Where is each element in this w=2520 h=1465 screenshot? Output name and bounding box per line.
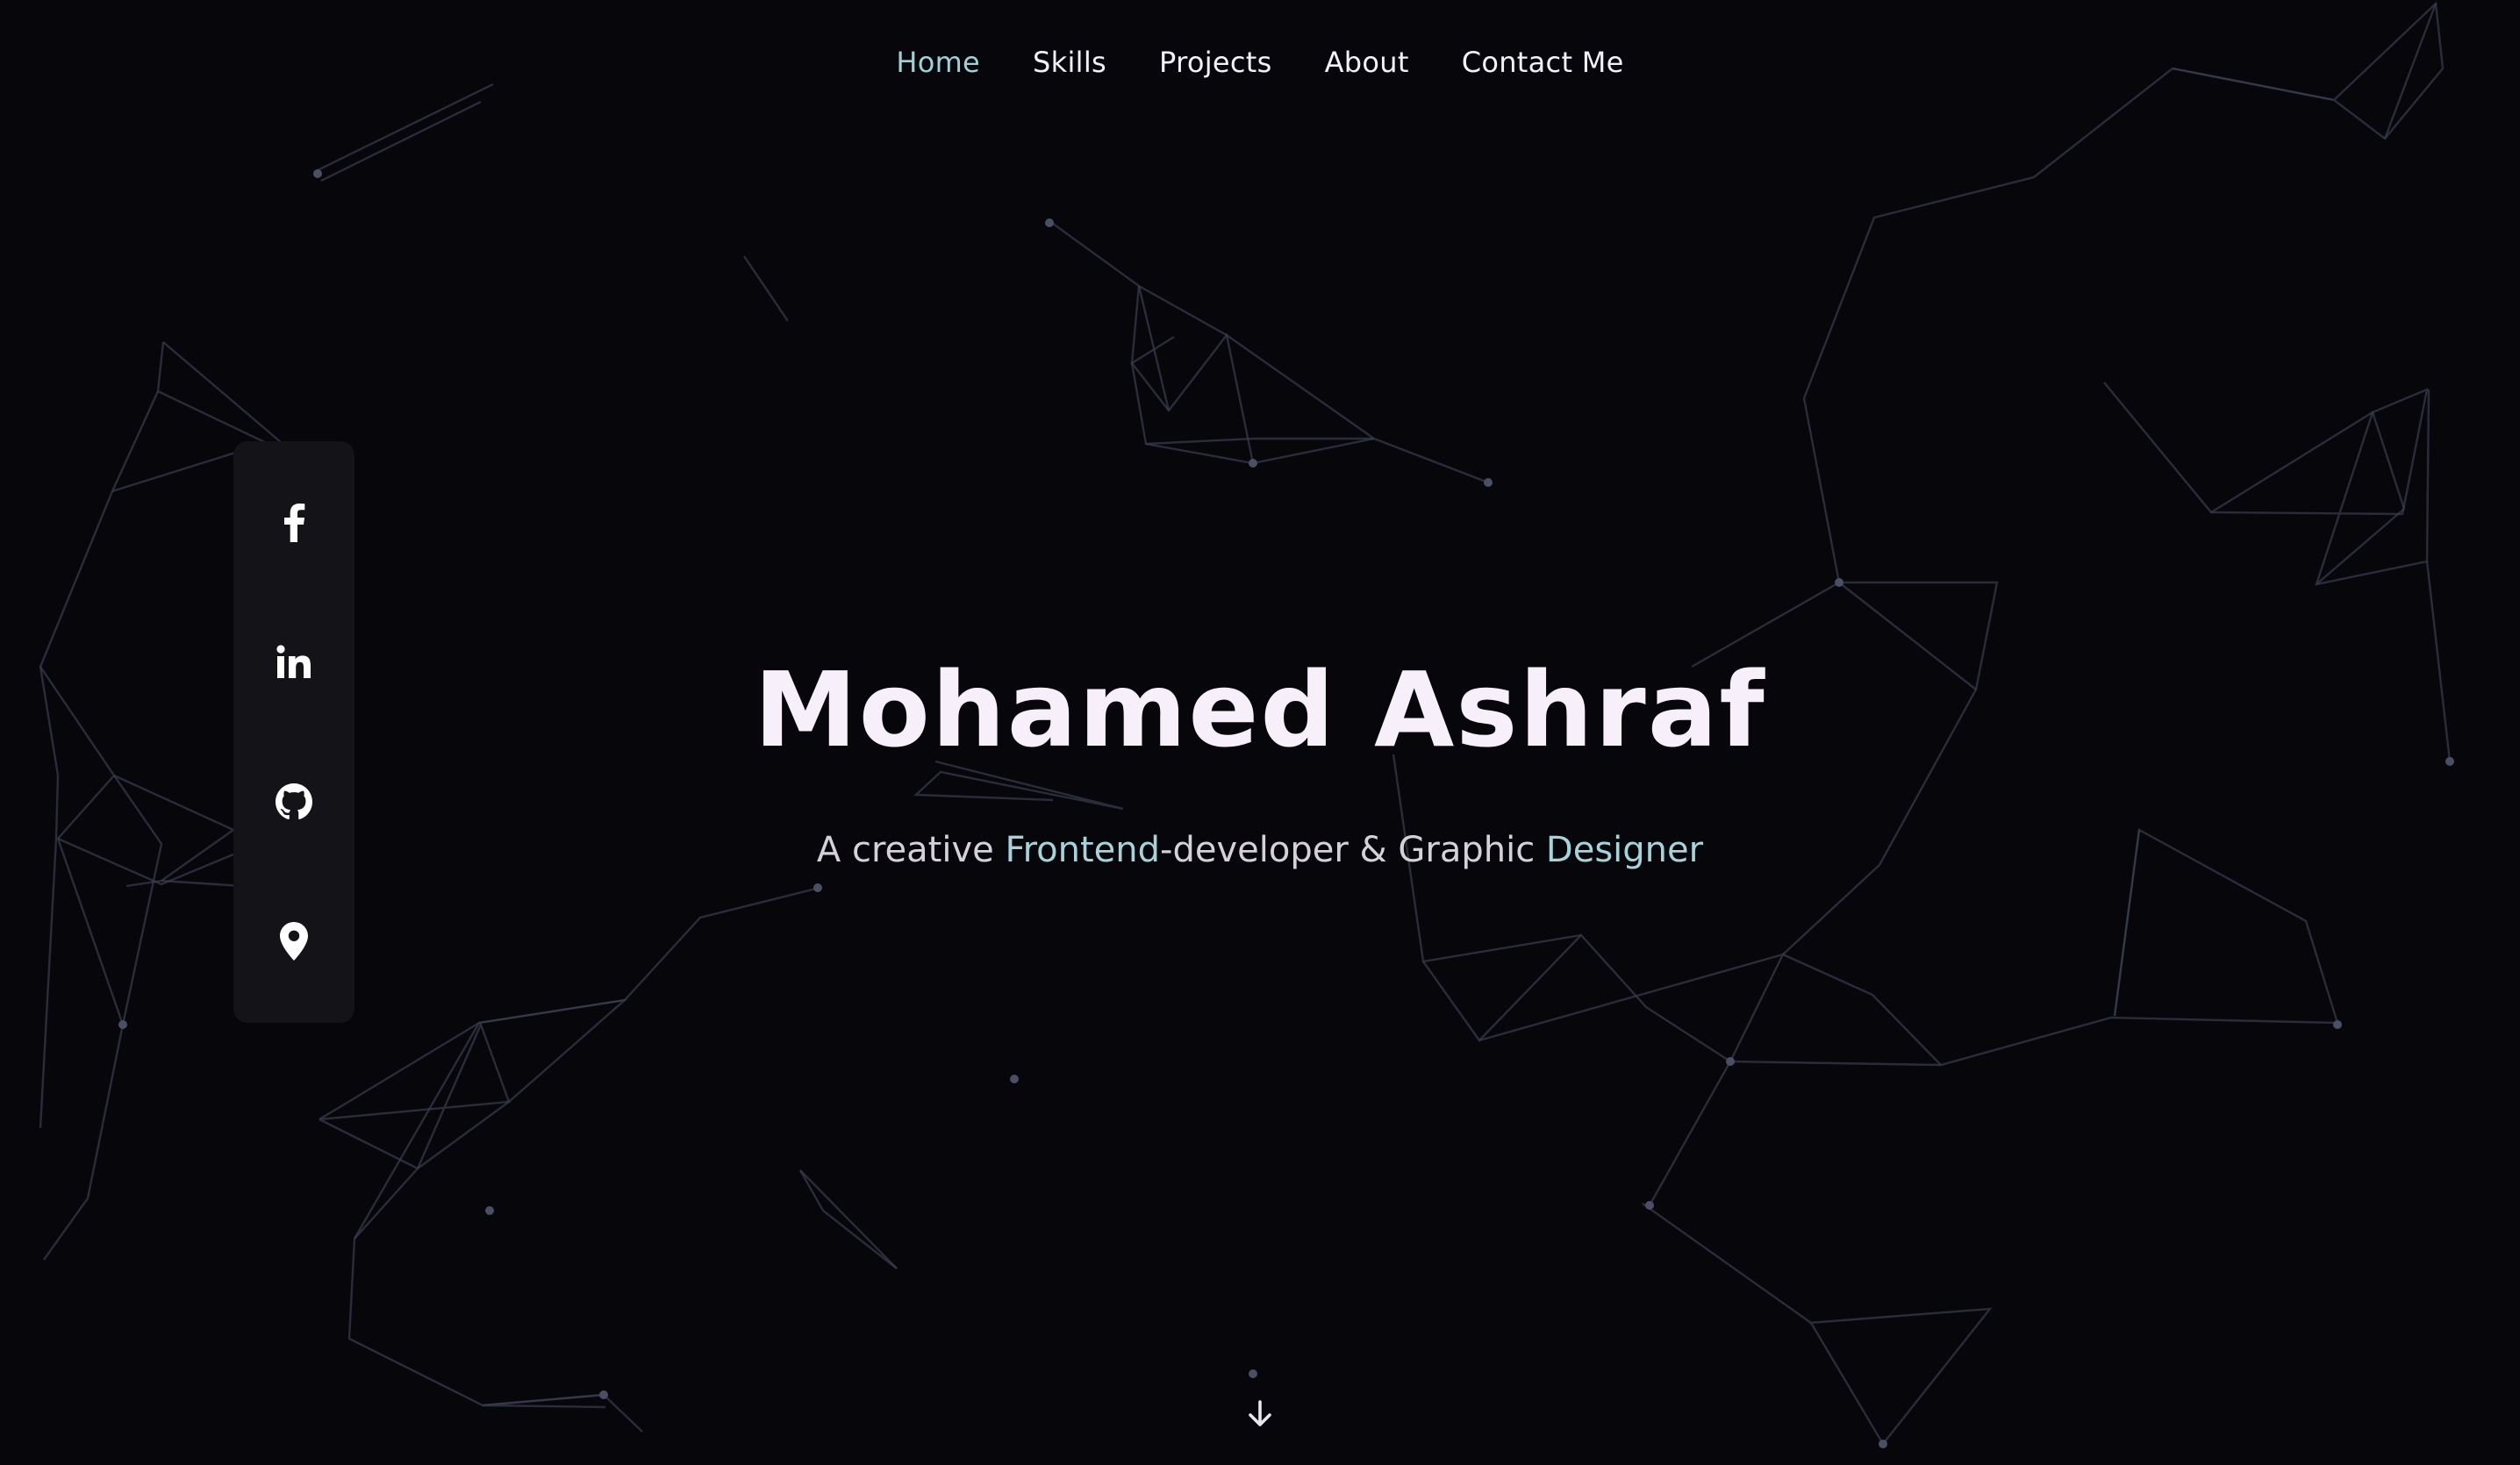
subtitle-text-1: A creative [816, 830, 1006, 870]
network-node [2333, 1020, 2342, 1029]
arrow-down-icon [1249, 1400, 1271, 1426]
network-link [799, 1169, 898, 1269]
hero-page: Home Skills Projects About Contact Me Mo… [0, 0, 2520, 1465]
network-node [1645, 1201, 1654, 1210]
network-link [161, 879, 243, 888]
network-link [319, 886, 820, 1121]
nav-home[interactable]: Home [896, 46, 980, 79]
network-link [2210, 411, 2406, 514]
network-link [1802, 1, 2445, 583]
location-link[interactable] [268, 915, 320, 968]
top-nav: Home Skills Projects About Contact Me [0, 46, 2520, 79]
network-link [1422, 933, 1732, 1206]
network-link [319, 1021, 511, 1170]
facebook-icon [284, 504, 305, 543]
facebook-link[interactable] [268, 497, 320, 549]
network-node [118, 1020, 127, 1029]
github-link[interactable] [268, 775, 320, 828]
github-icon [276, 783, 312, 819]
network-node [1249, 1369, 1257, 1378]
network-link [353, 998, 628, 1240]
network-link [1145, 437, 1374, 446]
hero-subtitle: A creative Frontend-developer & Graphic … [0, 830, 2520, 870]
scroll-down-button[interactable] [1237, 1395, 1283, 1433]
network-link [347, 1168, 643, 1433]
network-node [1879, 1440, 1887, 1448]
network-link [1642, 1203, 1993, 1447]
network-link [320, 100, 482, 182]
hero-name: Mohamed Ashraf [754, 649, 1766, 770]
network-node [1249, 459, 1257, 468]
nav-about[interactable]: About [1325, 46, 1409, 79]
network-link [157, 389, 273, 447]
subtitle-text-2: -developer & Graphic [1160, 830, 1546, 870]
subtitle-highlight-frontend: Frontend [1005, 830, 1161, 870]
nav-contact-me[interactable]: Contact Me [1462, 46, 1624, 79]
network-node [485, 1206, 494, 1215]
network-link [1049, 220, 1489, 484]
network-node [1484, 478, 1493, 487]
network-link [162, 341, 282, 443]
network-node [1835, 578, 1843, 587]
location-pin-icon [280, 921, 308, 961]
network-link [313, 82, 494, 174]
network-node [1726, 1057, 1735, 1066]
network-link [1782, 953, 1942, 1066]
network-node [1010, 1075, 1019, 1083]
network-link [1130, 285, 1375, 465]
network-node [813, 883, 822, 892]
network-node [313, 169, 322, 178]
network-node [599, 1390, 608, 1399]
nav-projects[interactable]: Projects [1159, 46, 1272, 79]
network-link [56, 775, 125, 1026]
network-link [743, 255, 789, 322]
nav-skills[interactable]: Skills [1033, 46, 1106, 79]
network-link [482, 1393, 606, 1409]
network-node [1045, 218, 1054, 227]
subtitle-highlight-designer: Designer [1545, 830, 1704, 870]
network-link [2103, 382, 2431, 586]
